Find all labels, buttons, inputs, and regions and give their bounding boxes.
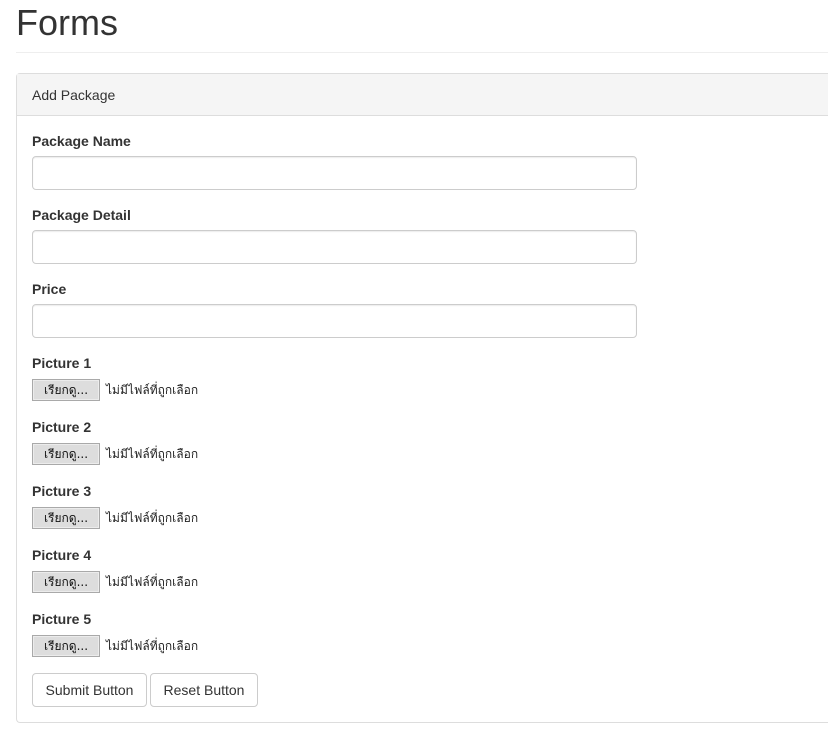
package-name-input[interactable] <box>32 156 637 190</box>
picture-3-file-status: ไม่มีไฟล์ที่ถูกเลือก <box>106 510 199 525</box>
reset-button[interactable]: Reset Button <box>150 673 258 707</box>
panel-heading: Add Package <box>17 74 828 116</box>
picture-3-file-input[interactable]: เรียกดู... ไม่มีไฟล์ที่ถูกเลือก <box>32 507 198 529</box>
price-label: Price <box>32 281 67 297</box>
picture-2-label: Picture 2 <box>32 419 92 435</box>
package-detail-label: Package Detail <box>32 207 131 223</box>
package-detail-input[interactable] <box>32 230 637 264</box>
picture-4-label: Picture 4 <box>32 547 92 563</box>
picture-5-file-status: ไม่มีไฟล์ที่ถูกเลือก <box>106 638 199 653</box>
page-header: Forms <box>16 0 828 53</box>
picture-3-browse-button[interactable]: เรียกดู... <box>32 507 100 529</box>
page-title: Forms <box>16 2 118 43</box>
submit-button[interactable]: Submit Button <box>32 673 147 707</box>
picture-5-browse-button[interactable]: เรียกดู... <box>32 635 100 657</box>
picture-1-label: Picture 1 <box>32 355 92 371</box>
picture-2-file-input[interactable]: เรียกดู... ไม่มีไฟล์ที่ถูกเลือก <box>32 443 198 465</box>
picture-2-file-status: ไม่มีไฟล์ที่ถูกเลือก <box>106 446 199 461</box>
package-name-label: Package Name <box>32 133 131 149</box>
picture-4-file-status: ไม่มีไฟล์ที่ถูกเลือก <box>106 574 199 589</box>
picture-5-file-input[interactable]: เรียกดู... ไม่มีไฟล์ที่ถูกเลือก <box>32 635 198 657</box>
picture-2-browse-button[interactable]: เรียกดู... <box>32 443 100 465</box>
picture-4-browse-button[interactable]: เรียกดู... <box>32 571 100 593</box>
picture-4-file-input[interactable]: เรียกดู... ไม่มีไฟล์ที่ถูกเลือก <box>32 571 198 593</box>
picture-3-label: Picture 3 <box>32 483 92 499</box>
add-package-panel: Add Package Package Name Package Detail … <box>16 73 828 723</box>
price-input[interactable] <box>32 304 637 338</box>
picture-1-file-status: ไม่มีไฟล์ที่ถูกเลือก <box>106 382 199 397</box>
picture-1-file-input[interactable]: เรียกดู... ไม่มีไฟล์ที่ถูกเลือก <box>32 379 198 401</box>
picture-5-label: Picture 5 <box>32 611 92 627</box>
picture-1-browse-button[interactable]: เรียกดู... <box>32 379 100 401</box>
